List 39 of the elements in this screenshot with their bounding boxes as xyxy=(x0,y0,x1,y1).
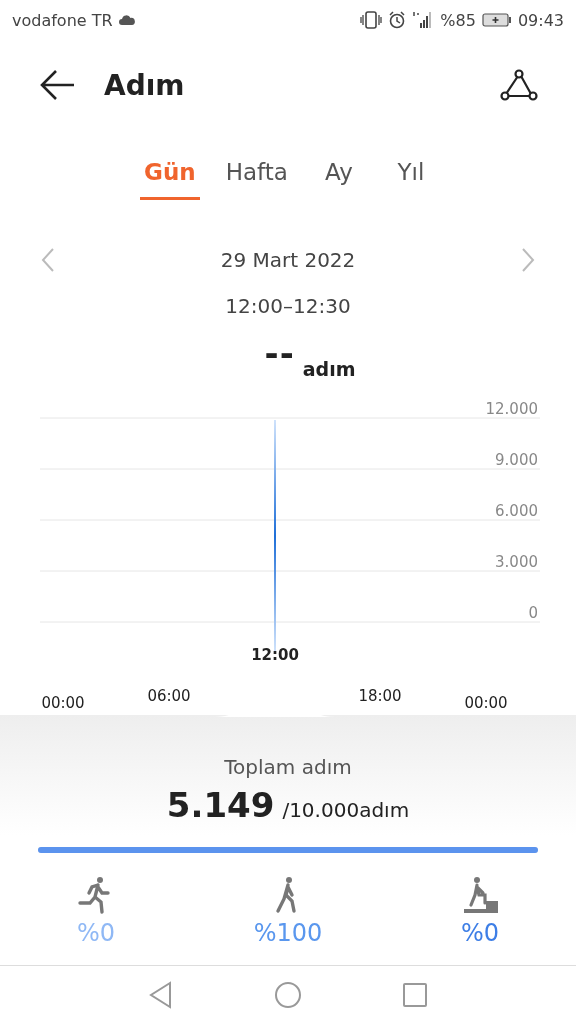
back-nav-icon[interactable] xyxy=(148,981,174,1009)
alarm-icon xyxy=(388,11,407,29)
clock-time: 09:43 xyxy=(517,10,564,30)
chevron-left-icon[interactable] xyxy=(40,247,56,273)
period-tab[interactable]: Ay xyxy=(313,150,364,200)
recents-nav-icon[interactable] xyxy=(402,982,428,1008)
page-title: Adım xyxy=(104,68,185,102)
date-label: 29 Mart 2022 xyxy=(220,248,356,272)
period-tab[interactable]: Hafta xyxy=(221,150,292,200)
vibrate-icon xyxy=(360,11,383,29)
carrier-name: vodafone TR xyxy=(12,10,113,30)
battery-percent: %85 xyxy=(440,10,476,30)
activity-percent: %100 xyxy=(253,919,323,947)
marker-time-label: 12:00 xyxy=(251,646,299,664)
y-axis-label: 12.000 xyxy=(485,400,538,418)
total-label: Toplam adım xyxy=(224,755,352,779)
step-goal: /10.000adım xyxy=(282,798,410,822)
x-axis-label: 06:00 xyxy=(147,687,191,705)
x-axis-label: 00:00 xyxy=(464,694,508,712)
period-tab[interactable]: Yıl xyxy=(385,150,436,200)
activity-percent: %0 xyxy=(76,919,116,947)
step-value: -- xyxy=(264,336,295,370)
x-axis-label: 00:00 xyxy=(41,694,85,712)
y-axis-label: 9.000 xyxy=(495,451,538,469)
y-axis-label: 6.000 xyxy=(495,502,538,520)
total-steps: 5.149 xyxy=(166,785,275,825)
x-axis-label: 18:00 xyxy=(358,687,402,705)
activity-percent: %0 xyxy=(460,919,500,947)
cloud-icon xyxy=(118,15,135,25)
step-unit: adım xyxy=(302,358,356,380)
home-nav-icon[interactable] xyxy=(274,981,302,1009)
back-arrow-icon[interactable] xyxy=(40,69,76,101)
y-axis-label: 3.000 xyxy=(495,553,538,571)
y-axis-label: 0 xyxy=(528,604,538,622)
time-marker-line[interactable] xyxy=(274,420,276,652)
time-range: 12:00–12:30 xyxy=(224,294,352,320)
battery-icon xyxy=(481,12,512,28)
chevron-right-icon[interactable] xyxy=(520,247,536,273)
share-icon[interactable] xyxy=(500,69,538,101)
